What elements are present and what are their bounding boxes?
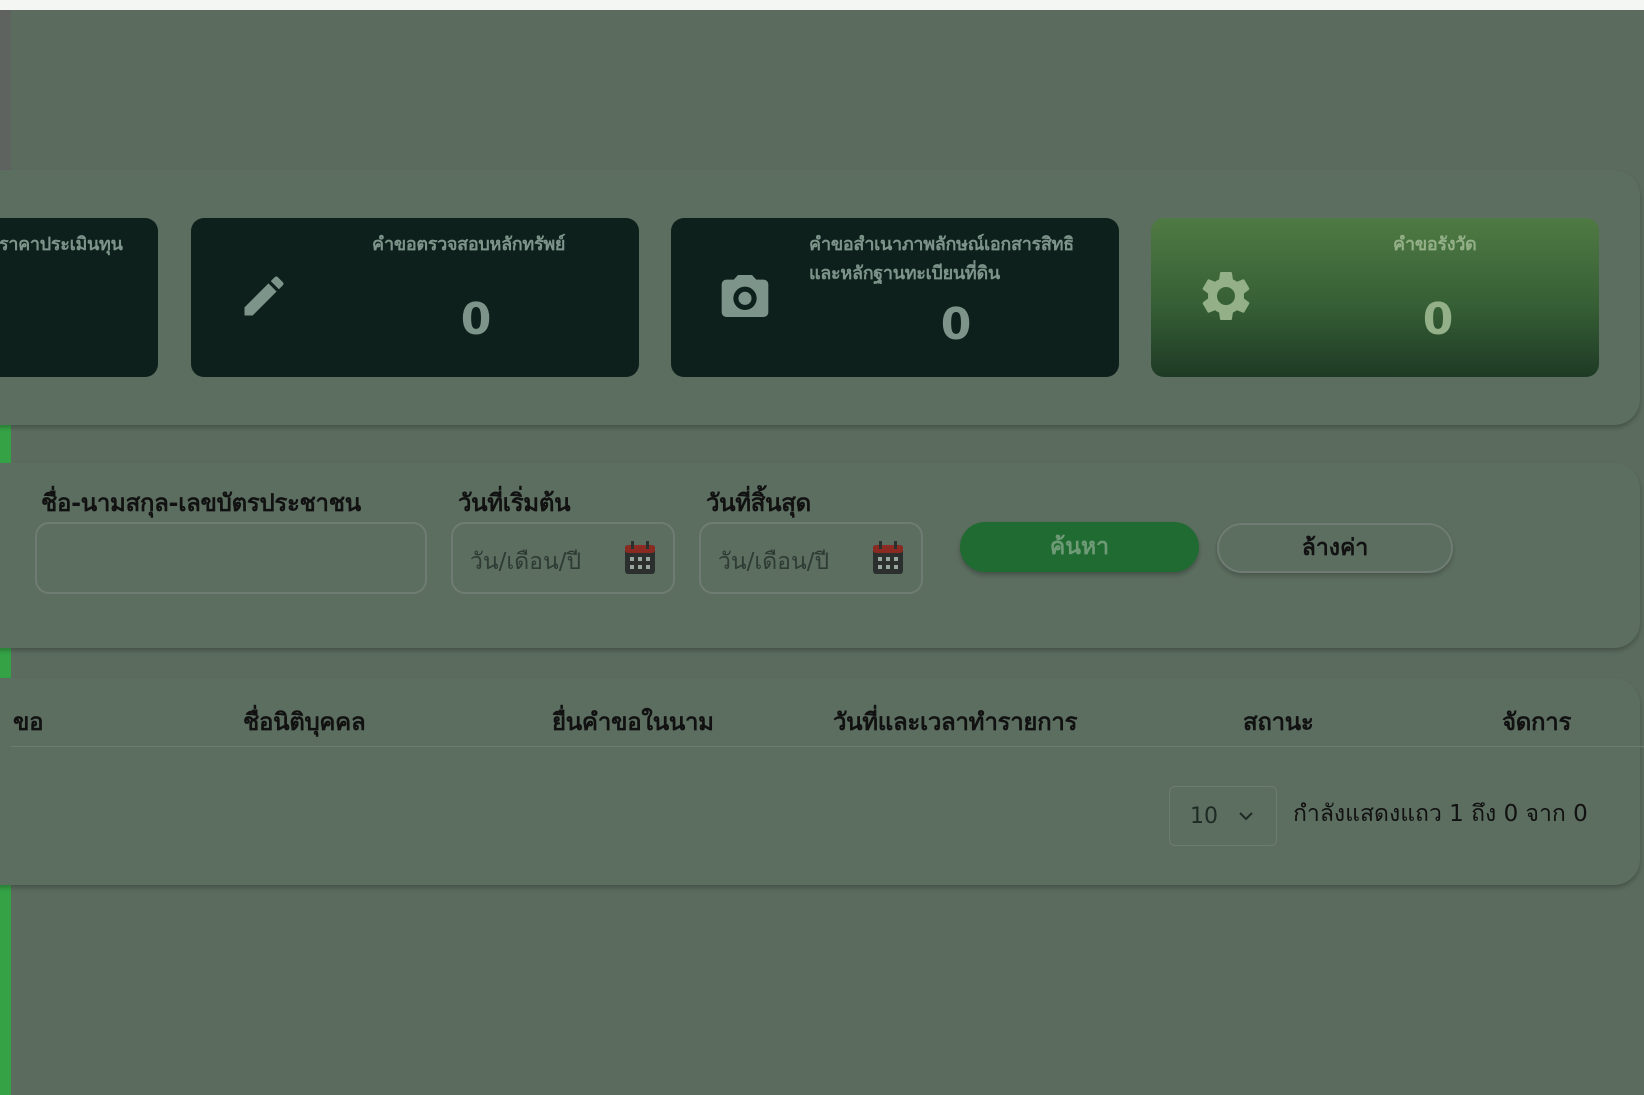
end-date-placeholder: วัน/เดือน/ปี (718, 549, 830, 575)
camera-icon (721, 275, 769, 317)
clear-button[interactable]: ล้างค่า (1217, 523, 1453, 573)
calendar-icon[interactable] (623, 540, 657, 576)
card-title: คำขอตรวจสอบหลักทรัพย์ (372, 234, 566, 255)
card-count: 0 (1422, 294, 1454, 345)
top-bar-strip (0, 0, 1644, 10)
column-header-request: ขอ (13, 708, 44, 736)
gear-icon (1202, 272, 1250, 320)
card-count: 0 (460, 294, 492, 345)
column-header-submitted-on-behalf: ยื่นคำขอในนาม (552, 708, 714, 736)
name-field-label: ชื่อ-นามสกุล-เลขบัตรประชาชน (41, 489, 361, 517)
card-capital-appraisal[interactable]: ราคาประเมินทุน (0, 218, 158, 377)
card-title: ราคาประเมินทุน (0, 234, 123, 255)
column-header-datetime: วันที่และเวลาทำรายการ (833, 708, 1078, 736)
end-date-input[interactable]: วัน/เดือน/ปี (699, 522, 923, 594)
column-header-actions: จัดการ (1502, 708, 1572, 736)
card-document-copy[interactable]: คำขอสำเนาภาพลักษณ์เอกสารสิทธิ และหลักฐาน… (671, 218, 1119, 377)
column-header-juristic-name: ชื่อนิติบุคคล (243, 708, 366, 736)
page-size-select[interactable]: 10 (1169, 786, 1277, 846)
card-survey-request[interactable]: คำขอรังวัด 0 (1151, 218, 1599, 377)
table-header-divider (11, 746, 1644, 747)
card-title: คำขอรังวัด (1393, 234, 1477, 255)
start-date-placeholder: วัน/เดือน/ปี (470, 549, 582, 575)
pagination-info: กำลังแสดงแถว 1 ถึง 0 จาก 0 (1293, 801, 1588, 827)
calendar-icon[interactable] (871, 540, 905, 576)
card-count: 0 (940, 299, 972, 350)
card-title-line2: และหลักฐานทะเบียนที่ดิน (809, 263, 1000, 284)
end-date-label: วันที่สิ้นสุด (706, 489, 811, 517)
card-title-line1: คำขอสำเนาภาพลักษณ์เอกสารสิทธิ (809, 234, 1074, 255)
search-button[interactable]: ค้นหา (960, 522, 1199, 572)
name-search-input[interactable] (35, 522, 427, 594)
page-size-value: 10 (1190, 804, 1218, 829)
column-header-status: สถานะ (1243, 708, 1314, 736)
chevron-down-icon (1239, 812, 1253, 821)
start-date-label: วันที่เริ่มต้น (458, 489, 571, 517)
pencil-icon (244, 276, 284, 316)
card-asset-inspection[interactable]: คำขอตรวจสอบหลักทรัพย์ 0 (191, 218, 639, 377)
start-date-input[interactable]: วัน/เดือน/ปี (451, 522, 675, 594)
